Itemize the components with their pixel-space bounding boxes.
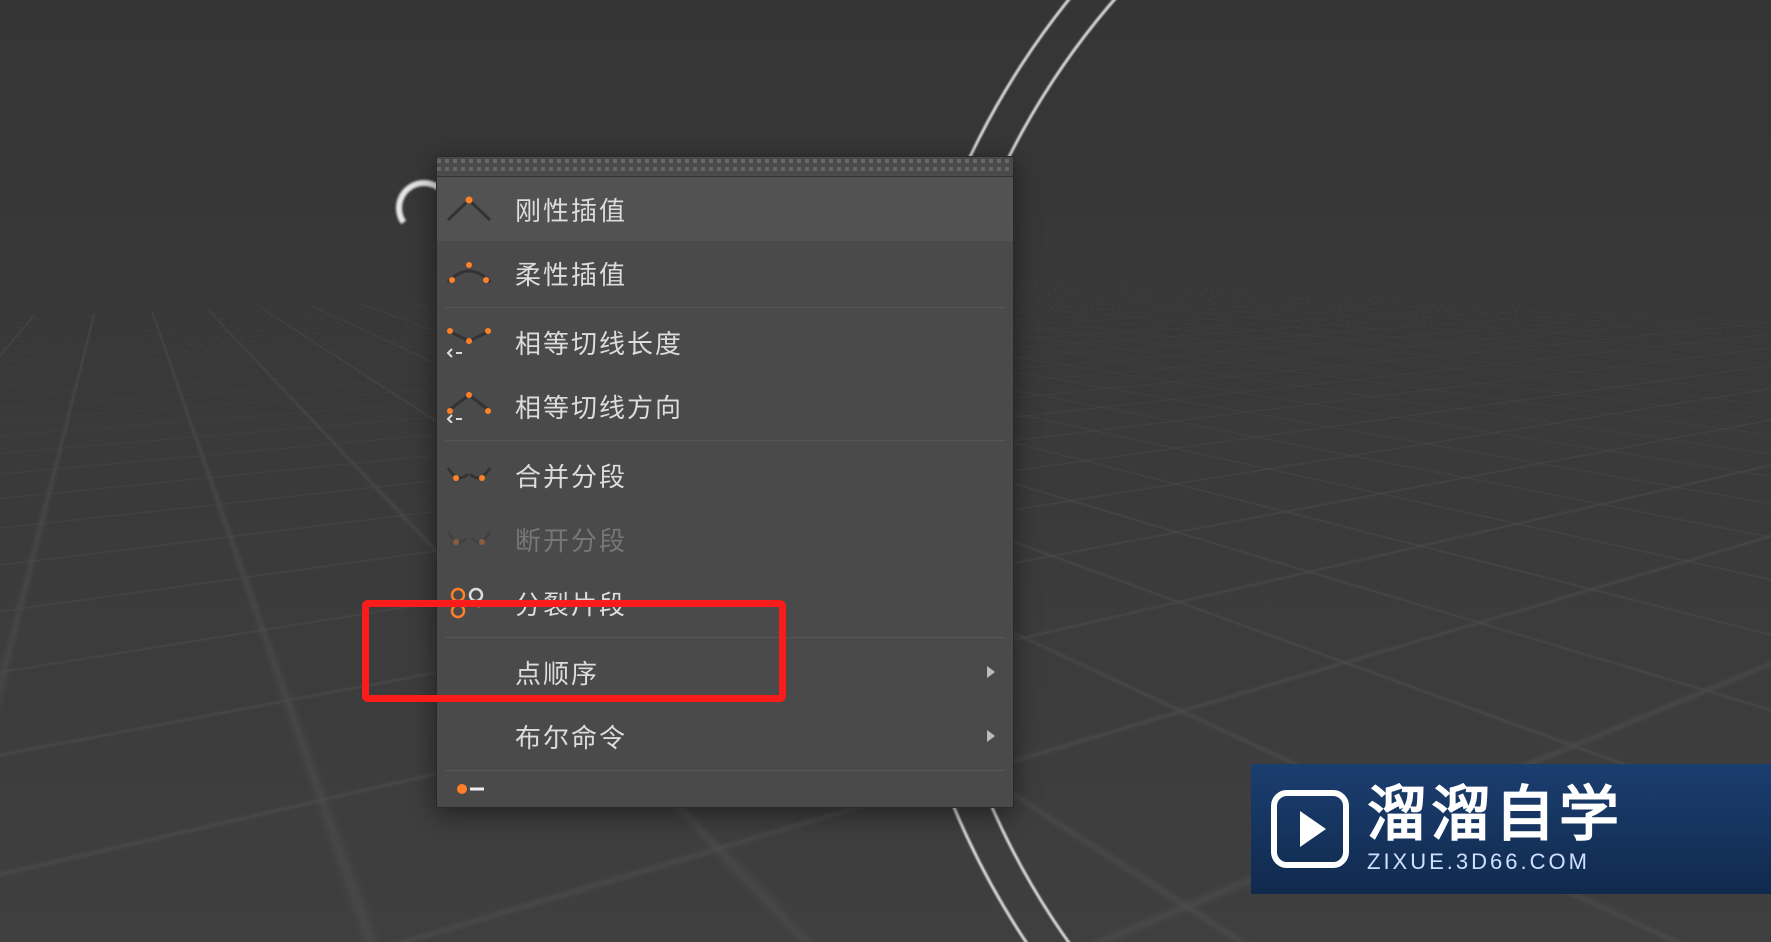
watermark-subtitle: ZIXUE.3D66.COM [1367, 851, 1623, 873]
menu-item-label: 布尔命令 [515, 718, 965, 755]
menu-item-label: 分裂片段 [515, 585, 995, 622]
soft-interp-icon [445, 249, 493, 297]
menu-item-rigid-interp[interactable]: 刚性插值 [437, 177, 1013, 241]
menu-item-boolean-cmd[interactable]: 布尔命令 [437, 704, 1013, 768]
create-point-icon [445, 773, 493, 807]
rigid-interp-icon [445, 185, 493, 233]
watermark: 溜溜自学 ZIXUE.3D66.COM [1251, 764, 1771, 894]
menu-item-equal-tangent-dir[interactable]: 相等切线方向 [437, 374, 1013, 438]
equal-tangent-dir-icon [445, 382, 493, 430]
menu-item-soft-interp[interactable]: 柔性插值 [437, 241, 1013, 305]
menu-item-label: 断开分段 [515, 521, 995, 558]
menu-separator [445, 307, 1005, 308]
menu-item-label: 柔性插值 [515, 255, 995, 292]
viewport-3d[interactable]: 刚性插值 柔性插值 [0, 0, 1771, 942]
menu-item-split-segments[interactable]: 分裂片段 [437, 571, 1013, 635]
chevron-right-icon [987, 730, 995, 742]
menu-item-break-segments: 断开分段 [437, 507, 1013, 571]
menu-item-equal-tangent-len[interactable]: 相等切线长度 [437, 310, 1013, 374]
menu-item-label: 合并分段 [515, 457, 995, 494]
submenu-placeholder-icon [445, 648, 493, 696]
play-icon [1271, 790, 1349, 868]
menu-separator [445, 440, 1005, 441]
split-segments-icon [445, 579, 493, 627]
menu-item-label: 相等切线方向 [515, 388, 995, 425]
break-segments-icon [445, 515, 493, 563]
menu-grip[interactable] [437, 157, 1013, 177]
menu-separator [445, 637, 1005, 638]
submenu-placeholder-icon [445, 712, 493, 760]
chevron-right-icon [987, 666, 995, 678]
menu-item-label: 相等切线长度 [515, 324, 995, 361]
watermark-title: 溜溜自学 [1367, 785, 1623, 845]
equal-tangent-len-icon [445, 318, 493, 366]
menu-separator [445, 770, 1005, 771]
menu-item-label: 刚性插值 [515, 191, 995, 228]
menu-item-merge-segments[interactable]: 合并分段 [437, 443, 1013, 507]
context-menu: 刚性插值 柔性插值 [436, 156, 1014, 808]
menu-item-cutoff[interactable] [437, 773, 1013, 807]
menu-item-point-order[interactable]: 点顺序 [437, 640, 1013, 704]
merge-segments-icon [445, 451, 493, 499]
menu-item-label: 点顺序 [515, 654, 965, 691]
